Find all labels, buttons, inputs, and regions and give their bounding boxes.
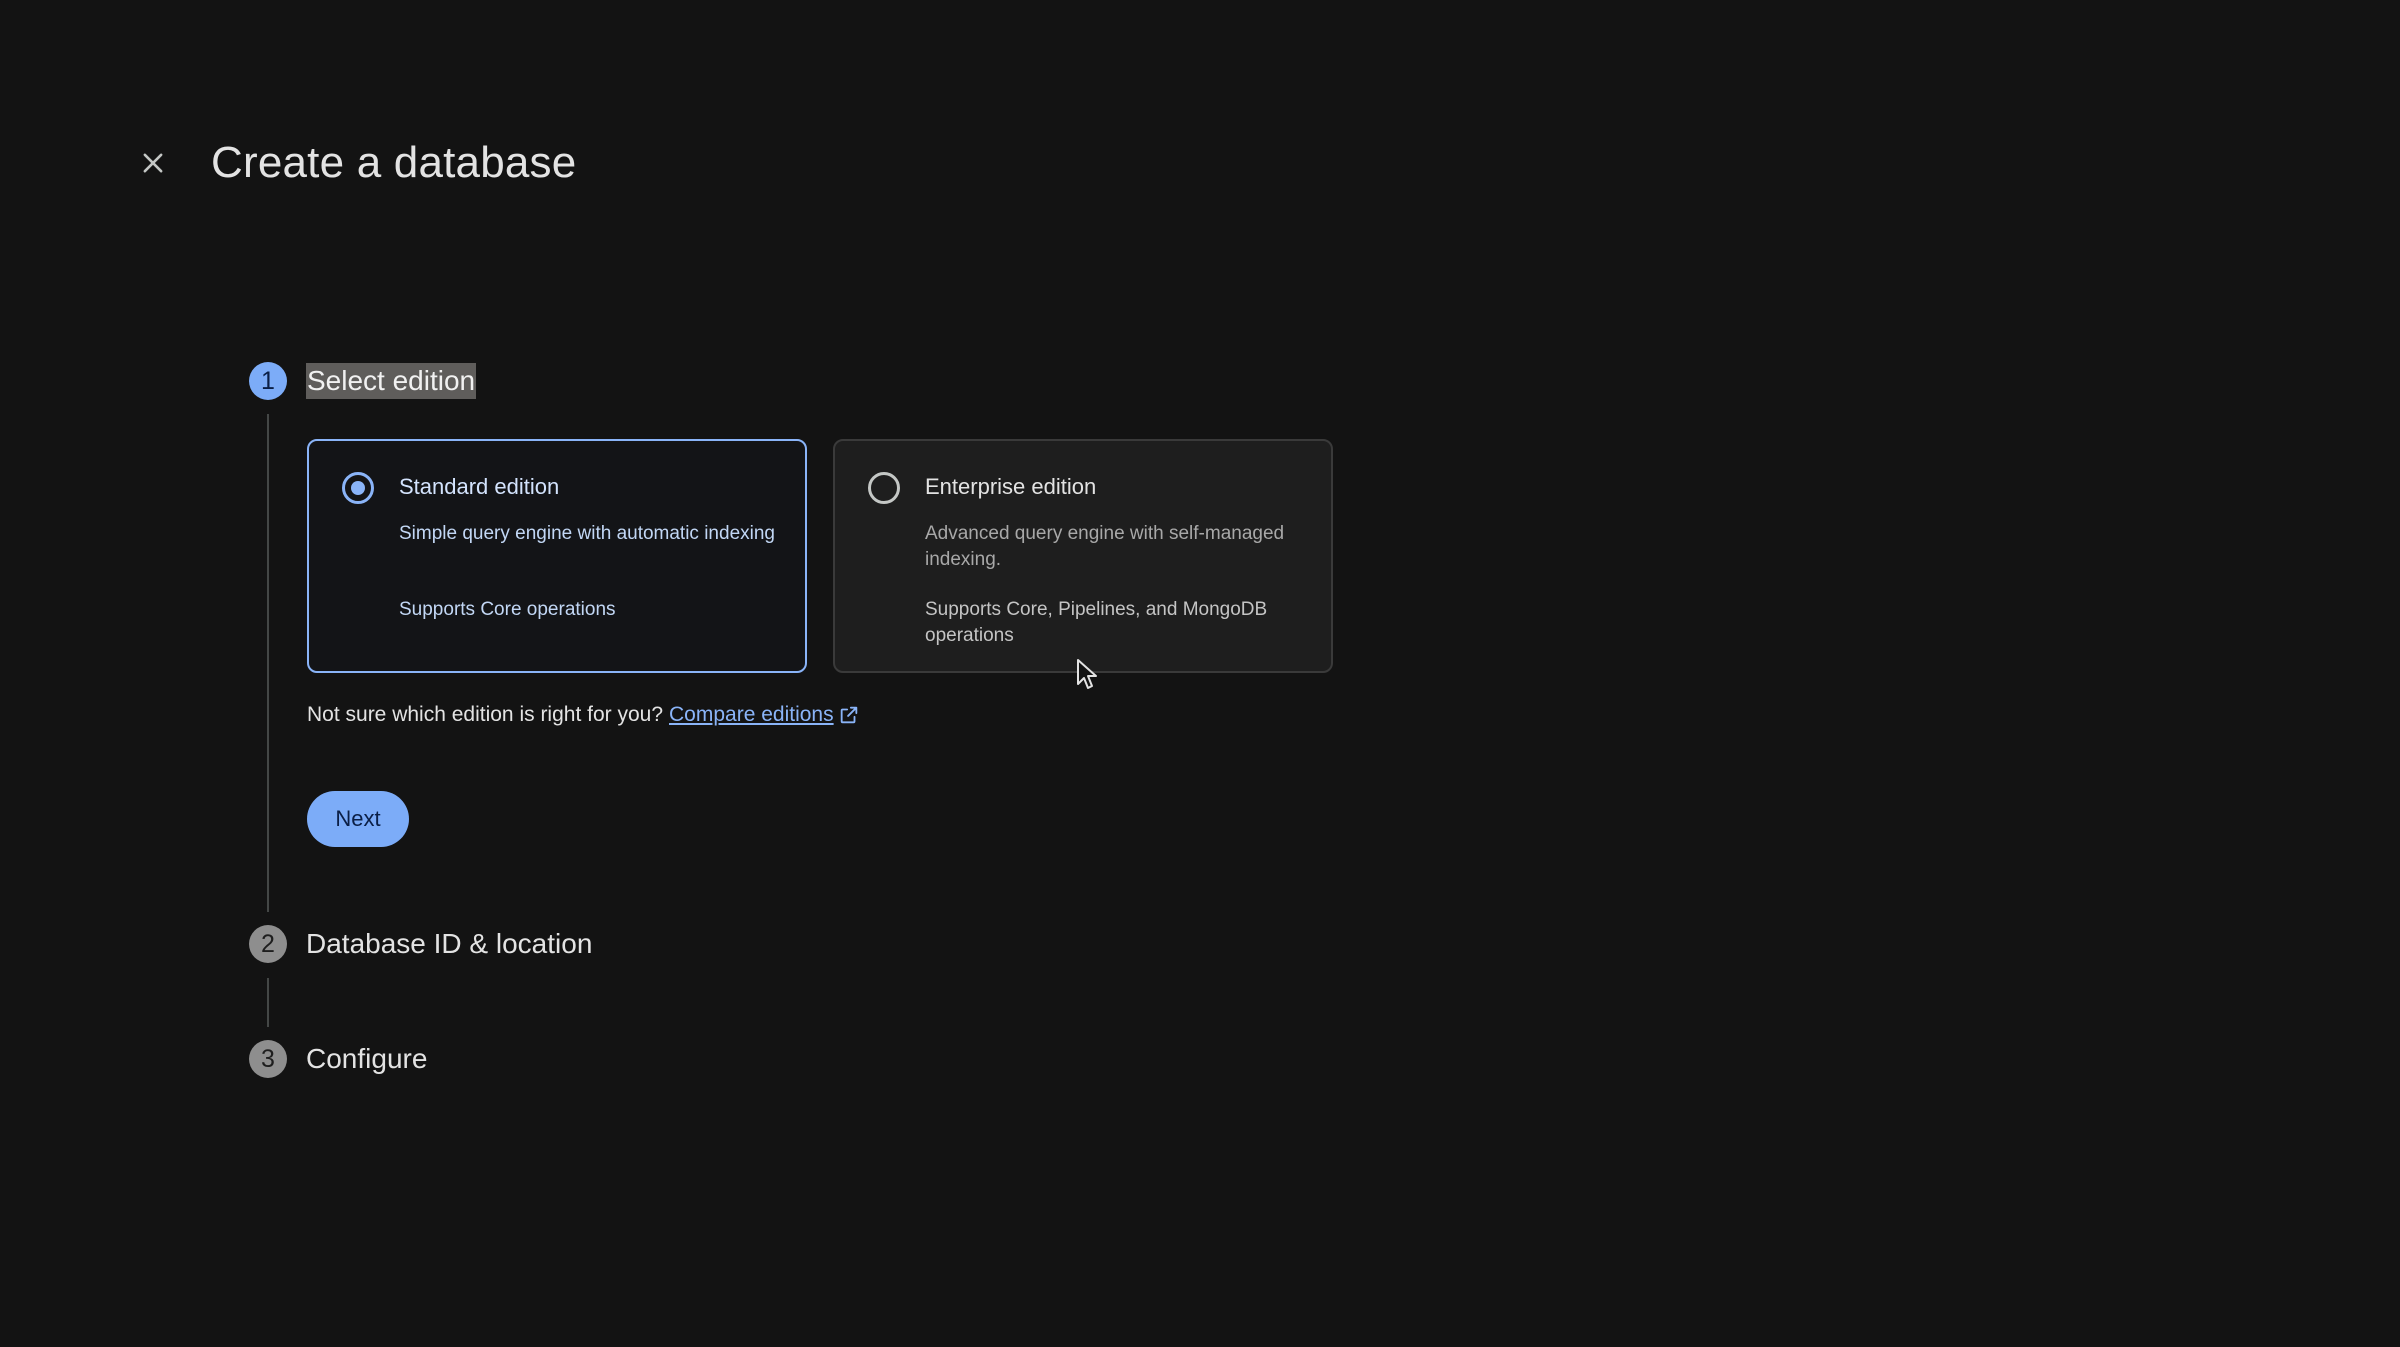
compare-editions-link[interactable]: Compare editions — [669, 701, 834, 729]
standard-edition-description: Simple query engine with automatic index… — [399, 523, 775, 544]
edition-help-row: Not sure which edition is right for you?… — [307, 701, 860, 729]
step-1-number: 1 — [261, 367, 275, 395]
step-3-label: Configure — [306, 1043, 428, 1074]
enterprise-edition-card[interactable]: Enterprise edition Advanced query engine… — [833, 439, 1333, 673]
step-3-indicator: 3 — [249, 1040, 287, 1078]
step-2-number: 2 — [261, 930, 275, 958]
standard-edition-card[interactable]: Standard edition Simple query engine wit… — [307, 439, 807, 673]
step-1-indicator: 1 — [249, 362, 287, 400]
standard-edition-title: Standard edition — [399, 474, 560, 499]
standard-edition-support: Supports Core operations — [399, 599, 616, 620]
create-database-page: Create a database 1 Select edition Stand… — [0, 0, 2400, 1347]
step-connector-1 — [267, 414, 269, 912]
mouse-pointer-icon — [1077, 659, 1097, 689]
close-button[interactable] — [130, 140, 176, 186]
next-button[interactable]: Next — [307, 791, 409, 847]
enterprise-edition-radio[interactable] — [868, 472, 900, 504]
step-3-number: 3 — [261, 1045, 275, 1073]
step-2-label: Database ID & location — [306, 928, 593, 959]
edition-help-text: Not sure which edition is right for you? — [307, 703, 664, 726]
enterprise-edition-title: Enterprise edition — [925, 474, 1097, 499]
close-icon — [143, 153, 163, 173]
step-1-label: Select edition — [306, 363, 477, 399]
enterprise-edition-support: Supports Core, Pipelines, and MongoDB op… — [925, 599, 1268, 646]
page-title: Create a database — [211, 138, 577, 187]
step-connector-2 — [267, 978, 269, 1027]
step-2-indicator: 2 — [249, 925, 287, 963]
enterprise-edition-description: Advanced query engine with self-managed … — [925, 523, 1285, 570]
open-in-new-icon[interactable] — [838, 704, 860, 726]
standard-edition-radio[interactable] — [342, 472, 374, 504]
